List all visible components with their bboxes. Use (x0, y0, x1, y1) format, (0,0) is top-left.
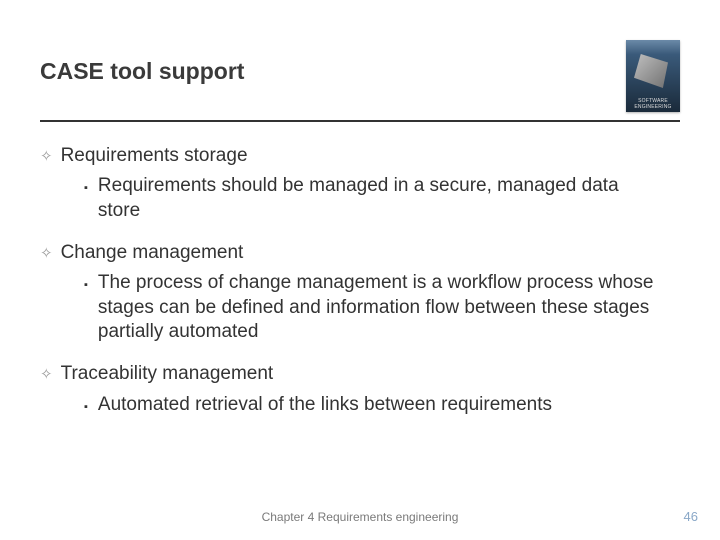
title-underline (40, 120, 680, 122)
section-requirements-storage: ✧ Requirements storage ▪ Requirements sh… (40, 144, 680, 223)
square-bullet-icon: ▪ (84, 275, 88, 291)
book-cover-image: SOFTWARE ENGINEERING (626, 40, 680, 112)
list-item-text: Automated retrieval of the links between… (98, 393, 552, 417)
section-heading: ✧ Traceability management (40, 362, 680, 386)
footer-chapter: Chapter 4 Requirements engineering (262, 510, 459, 524)
square-bullet-icon: ▪ (84, 178, 88, 194)
list-item: ▪ The process of change management is a … (40, 271, 680, 344)
section-heading-text: Requirements storage (61, 144, 248, 168)
slide-title: CASE tool support (40, 40, 244, 85)
list-item-text: The process of change management is a wo… (98, 271, 658, 344)
book-cover-label: SOFTWARE ENGINEERING (626, 98, 680, 110)
page-number: 46 (684, 509, 698, 524)
section-heading: ✧ Requirements storage (40, 144, 680, 168)
diamond-bullet-icon: ✧ (40, 365, 53, 382)
slide-content: ✧ Requirements storage ▪ Requirements sh… (40, 144, 680, 417)
list-item: ▪ Automated retrieval of the links betwe… (40, 393, 680, 417)
diamond-bullet-icon: ✧ (40, 244, 53, 261)
list-item: ▪ Requirements should be managed in a se… (40, 174, 680, 223)
footer: Chapter 4 Requirements engineering (0, 510, 720, 524)
section-heading-text: Traceability management (61, 362, 274, 386)
section-traceability-management: ✧ Traceability management ▪ Automated re… (40, 362, 680, 417)
list-item-text: Requirements should be managed in a secu… (98, 174, 658, 223)
section-change-management: ✧ Change management ▪ The process of cha… (40, 241, 680, 344)
header-row: CASE tool support SOFTWARE ENGINEERING (40, 40, 680, 112)
diamond-bullet-icon: ✧ (40, 147, 53, 164)
slide: CASE tool support SOFTWARE ENGINEERING ✧… (0, 0, 720, 540)
section-heading: ✧ Change management (40, 241, 680, 265)
section-heading-text: Change management (61, 241, 244, 265)
square-bullet-icon: ▪ (84, 397, 88, 413)
